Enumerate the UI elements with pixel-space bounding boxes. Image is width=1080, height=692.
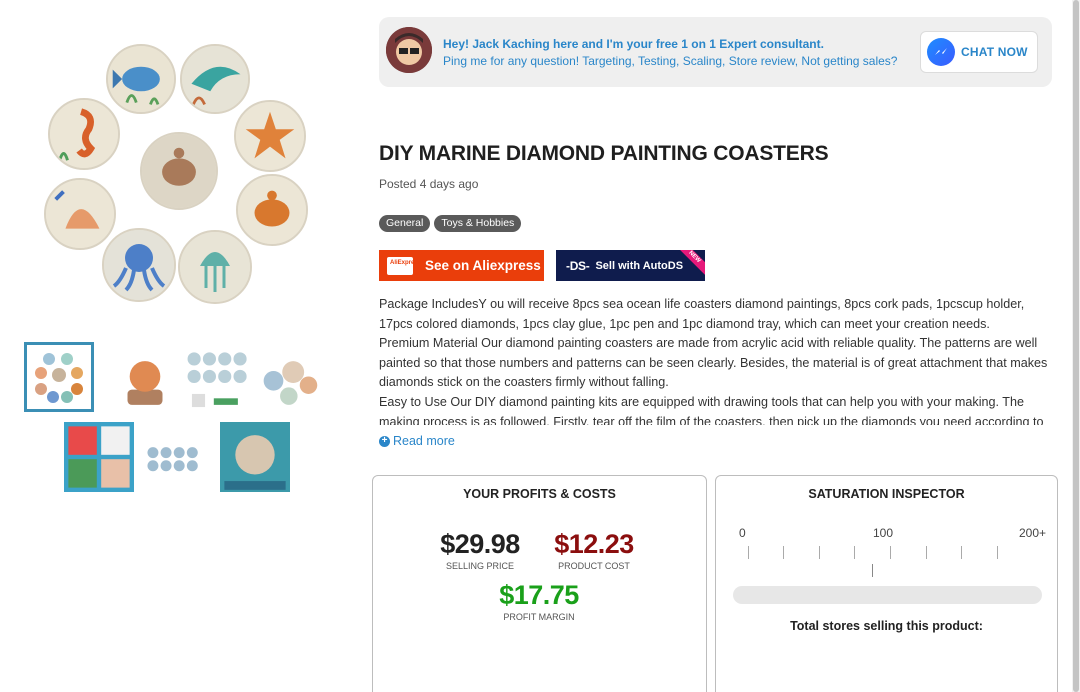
- scale-tick: [890, 546, 891, 559]
- coaster-starfish: [234, 100, 306, 172]
- posted-date: Posted 4 days ago: [379, 177, 479, 191]
- saturation-inspector-card: SATURATION INSPECTOR 0 100 200+ Total st…: [715, 475, 1058, 692]
- page-scrollbar[interactable]: [1072, 0, 1080, 692]
- thumbnail-1[interactable]: [24, 342, 94, 412]
- profit-margin-value: $17.75: [499, 580, 579, 610]
- thumbnail-3[interactable]: [181, 348, 251, 418]
- chat-now-button[interactable]: CHAT NOW: [920, 31, 1038, 73]
- product-cost-label: PRODUCT COST: [558, 561, 630, 571]
- autods-button-label: Sell with AutoDS: [595, 259, 684, 272]
- read-more-link[interactable]: + Read more: [379, 434, 455, 448]
- scale-tick: [748, 546, 749, 559]
- tag-toys-hobbies[interactable]: Toys & Hobbies: [434, 215, 522, 232]
- thumbnail-7[interactable]: [220, 422, 290, 492]
- selling-price-label: SELLING PRICE: [445, 561, 515, 571]
- scale-tick: [819, 546, 820, 559]
- scale-label-max: 200+: [1019, 526, 1047, 540]
- coaster-octopus: [102, 228, 176, 302]
- selling-price: $29.98 SELLING PRICE: [435, 529, 525, 571]
- profits-costs-card: YOUR PROFITS & COSTS $29.98 SELLING PRIC…: [372, 475, 707, 692]
- see-on-aliexpress-button[interactable]: AliExpress See on Aliexpress: [379, 250, 544, 281]
- total-stores-label: Total stores selling this product:: [790, 619, 983, 633]
- autods-logo-icon: -DS-: [566, 258, 590, 273]
- scale-label-mid: 100: [873, 526, 894, 540]
- thumbnail-2[interactable]: [110, 348, 180, 418]
- product-cost-value: $12.23: [554, 529, 634, 559]
- expert-consultant-banner: Hey! Jack Kaching here and I'm your free…: [379, 17, 1052, 87]
- scale-tick: [854, 546, 855, 559]
- thumbnail-4[interactable]: [256, 348, 326, 418]
- saturation-pointer: [872, 564, 873, 577]
- scrollbar-thumb[interactable]: [1073, 0, 1079, 692]
- description-paragraph: Easy to Use Our DIY diamond painting kit…: [379, 394, 1044, 425]
- profit-margin: $17.75 PROFIT MARGIN: [491, 580, 587, 622]
- expert-topics-text: Ping me for any question! Targeting, Tes…: [443, 54, 898, 68]
- read-more-label: Read more: [393, 434, 455, 448]
- category-tags: General Toys & Hobbies: [379, 215, 522, 232]
- aliexpress-button-label: See on Aliexpress: [425, 258, 541, 273]
- product-description: Package IncludesY ou will receive 8pcs s…: [379, 295, 1051, 425]
- scale-tick: [926, 546, 927, 559]
- chat-now-label: CHAT NOW: [961, 45, 1028, 59]
- saturation-card-title: SATURATION INSPECTOR: [808, 487, 965, 501]
- scale-label-min: 0: [739, 526, 746, 540]
- profits-card-title: YOUR PROFITS & COSTS: [463, 487, 616, 501]
- scale-tick: [961, 546, 962, 559]
- aliexpress-logo-icon: AliExpress: [387, 256, 421, 275]
- scale-tick: [997, 546, 998, 559]
- plus-circle-icon: +: [379, 435, 390, 447]
- selling-price-value: $29.98: [440, 529, 520, 559]
- thumbnail-6[interactable]: [142, 422, 212, 492]
- saturation-bar: [733, 586, 1042, 604]
- product-main-image[interactable]: [40, 40, 318, 304]
- product-cost: $12.23 PRODUCT COST: [547, 529, 641, 571]
- product-title: DIY MARINE DIAMOND PAINTING COASTERS: [379, 142, 829, 165]
- expert-intro-text: Hey! Jack Kaching here and I'm your free…: [443, 37, 824, 51]
- profit-margin-label: PROFIT MARGIN: [503, 612, 575, 622]
- expert-avatar: [386, 27, 432, 73]
- tag-general[interactable]: General: [379, 215, 431, 232]
- messenger-icon: [927, 38, 955, 66]
- coaster-seahorse: [48, 98, 120, 170]
- thumbnail-5[interactable]: [64, 422, 134, 492]
- coaster-jellyfish: [178, 230, 252, 304]
- description-paragraph: Package IncludesY ou will receive 8pcs s…: [379, 297, 1025, 331]
- sell-with-autods-button[interactable]: -DS- Sell with AutoDS NEW: [556, 250, 705, 281]
- coaster-turtle-center: [140, 132, 218, 210]
- scale-tick: [783, 546, 784, 559]
- description-paragraph: Premium Material Our diamond painting co…: [379, 336, 1048, 390]
